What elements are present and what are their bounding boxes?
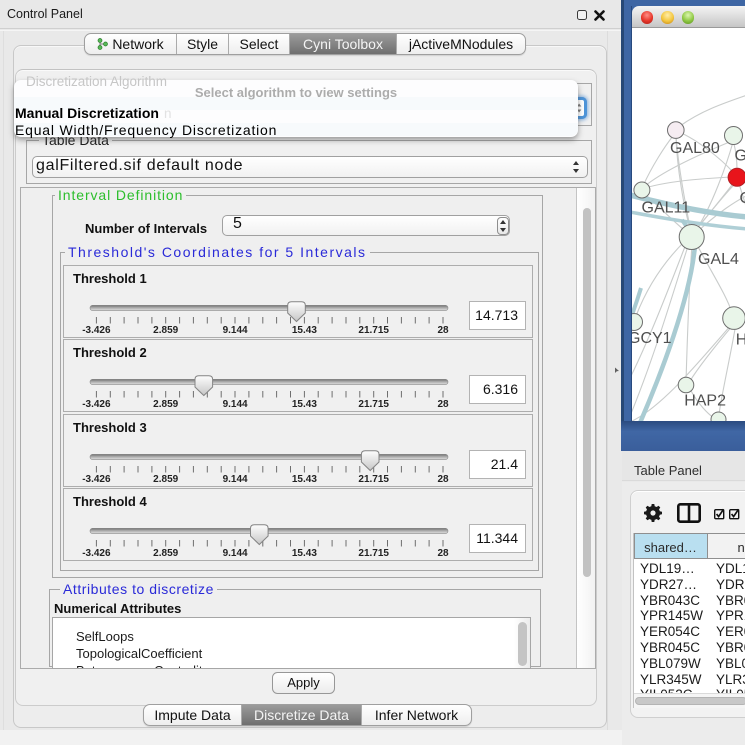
svg-text:C: C: [739, 190, 745, 207]
svg-text:GAL11: GAL11: [641, 199, 690, 216]
svg-text:HAP2: HAP2: [684, 392, 726, 409]
svg-text:GAL4: GAL4: [698, 251, 739, 268]
svg-text:GCY1: GCY1: [632, 330, 672, 347]
svg-text:H: H: [735, 331, 745, 348]
svg-text:GA: GA: [734, 147, 745, 164]
svg-text:GAL80: GAL80: [670, 140, 720, 157]
